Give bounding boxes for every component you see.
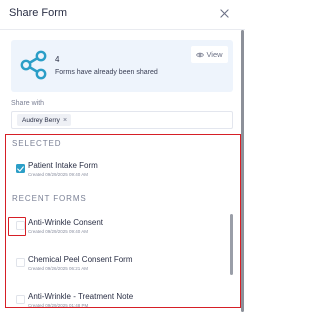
recent-form-row[interactable]: Anti-Wrinkle - Treatment Note Created 09… xyxy=(12,292,212,312)
shared-description: Forms have already been shared xyxy=(55,69,158,76)
recipient-chip-label: Audrey Berry xyxy=(22,116,60,124)
selected-section-label: SELECTED xyxy=(12,139,62,148)
form-created-date: Created 09/29/2025 09:40 AM xyxy=(28,229,89,234)
close-icon xyxy=(219,8,229,18)
header-divider xyxy=(0,29,245,30)
form-name: Chemical Peel Consent Form xyxy=(28,255,133,264)
form-checkbox[interactable] xyxy=(16,258,25,267)
recipient-chip: Audrey Berry × xyxy=(17,114,72,126)
share-form-modal: Share Form 4 Forms have already been sha… xyxy=(0,0,245,312)
modal-header: Share Form xyxy=(0,0,245,28)
share-with-label: Share with xyxy=(11,100,45,107)
view-label: View xyxy=(206,50,223,59)
shared-count: 4 xyxy=(55,55,60,64)
checkmark-icon xyxy=(17,165,24,172)
form-name: Patient Intake Form xyxy=(28,161,98,170)
modal-title: Share Form xyxy=(9,7,68,19)
share-with-input[interactable]: Audrey Berry × xyxy=(11,111,233,129)
eye-icon xyxy=(196,52,205,57)
recent-forms-section-label: RECENT FORMS xyxy=(12,194,87,203)
view-shared-button[interactable]: View xyxy=(191,46,228,63)
forms-list-scrollbar-thumb[interactable] xyxy=(230,214,233,275)
form-checkbox[interactable] xyxy=(16,295,25,304)
close-button[interactable] xyxy=(216,5,232,21)
form-created-date: Created 09/26/2025 06:21 AM xyxy=(28,266,89,271)
modal-scrollbar-thumb[interactable] xyxy=(241,30,244,312)
recent-form-row[interactable]: Chemical Peel Consent Form Created 09/26… xyxy=(12,255,212,277)
recent-form-row[interactable]: Anti-Wrinkle Consent Created 09/29/2025 … xyxy=(12,218,212,240)
checkbox-focus-highlight xyxy=(8,217,26,236)
form-name: Anti-Wrinkle Consent xyxy=(28,218,103,227)
form-created-date: Created 09/29/2025 01:48 PM xyxy=(28,303,89,308)
share-summary-card: 4 Forms have already been shared View xyxy=(11,40,233,92)
form-name: Anti-Wrinkle - Treatment Note xyxy=(28,292,134,301)
form-checkbox-checked[interactable] xyxy=(16,164,25,173)
share-icon xyxy=(20,50,47,80)
form-created-date: Created 09/29/2025 09:40 AM xyxy=(28,172,89,177)
selected-form-row[interactable]: Patient Intake Form Created 09/29/2025 0… xyxy=(12,161,212,183)
remove-recipient-icon[interactable]: × xyxy=(63,117,67,124)
